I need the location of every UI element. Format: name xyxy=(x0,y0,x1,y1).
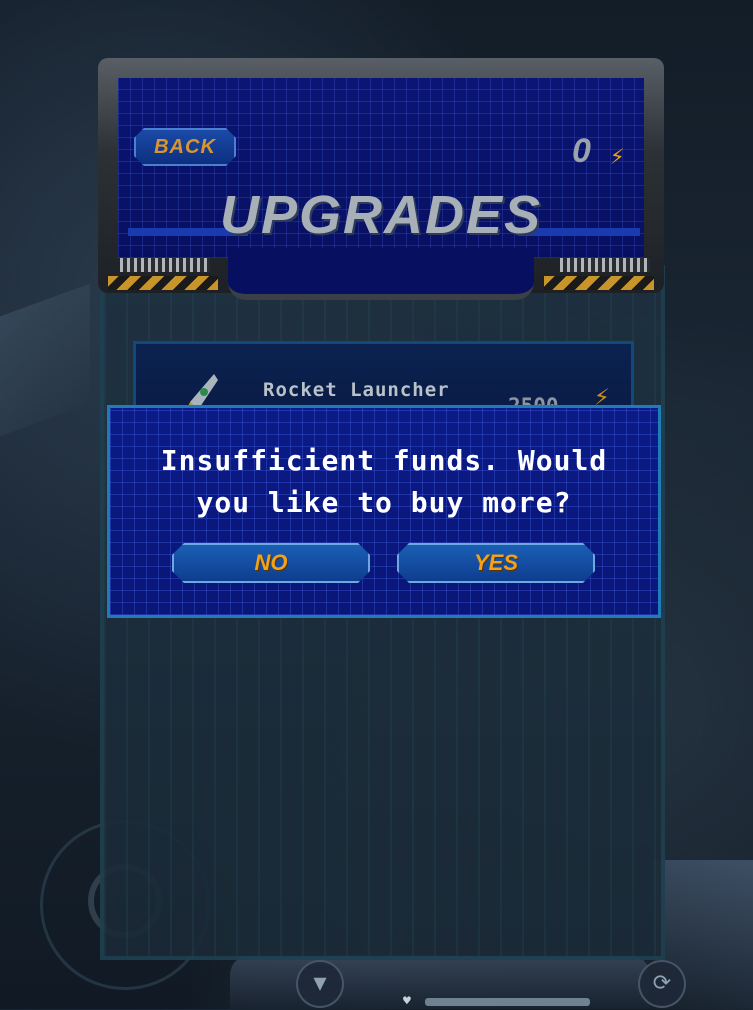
page-title: UPGRADES xyxy=(219,185,543,245)
item-name: Rocket Launcher xyxy=(263,379,450,401)
vent-right xyxy=(560,258,650,272)
hazard-stripe-right xyxy=(544,276,654,290)
background-ship-left xyxy=(0,283,90,437)
hazard-stripe-left xyxy=(108,276,218,290)
dialog-message-line-2: you like to buy more? xyxy=(196,486,572,519)
yes-button[interactable]: YES xyxy=(397,543,595,583)
no-button[interactable]: NO xyxy=(172,543,370,583)
header-tab xyxy=(228,248,534,300)
dialog-message: Insufficient funds. Would you like to bu… xyxy=(110,440,658,524)
health-bar xyxy=(425,998,590,1006)
shield-icon: ▼ xyxy=(296,960,344,1008)
swap-icon: ⟳ xyxy=(638,960,686,1008)
insufficient-funds-dialog: Insufficient funds. Would you like to bu… xyxy=(107,405,661,618)
energy-count: 0 xyxy=(572,132,591,170)
lightning-bolt-icon: ⚡ xyxy=(610,142,625,170)
dialog-message-line-1: Insufficient funds. Would xyxy=(160,444,608,477)
back-button[interactable]: BACK xyxy=(134,128,236,166)
vent-left xyxy=(120,258,210,272)
upgrades-header: BACK 0 ⚡ UPGRADES xyxy=(98,58,664,303)
heart-icon: ♥ xyxy=(403,994,411,1009)
